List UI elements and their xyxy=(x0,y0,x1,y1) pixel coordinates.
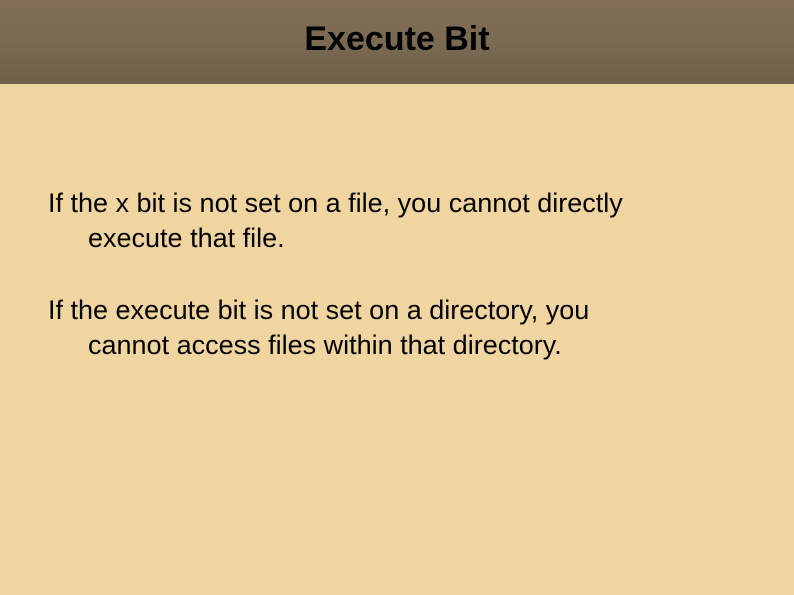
slide-title: Execute Bit xyxy=(304,20,489,59)
paragraph-1: If the x bit is not set on a file, you c… xyxy=(48,186,746,255)
slide-header: Execute Bit xyxy=(0,0,794,84)
paragraph-2: If the execute bit is not set on a direc… xyxy=(48,293,746,362)
paragraph-1-line-1: If the x bit is not set on a file, you c… xyxy=(48,186,746,221)
paragraph-2-line-1: If the execute bit is not set on a direc… xyxy=(48,293,746,328)
slide-body: If the x bit is not set on a file, you c… xyxy=(0,84,794,362)
paragraph-2-line-2: cannot access files within that director… xyxy=(48,328,746,363)
paragraph-1-line-2: execute that file. xyxy=(48,221,746,256)
